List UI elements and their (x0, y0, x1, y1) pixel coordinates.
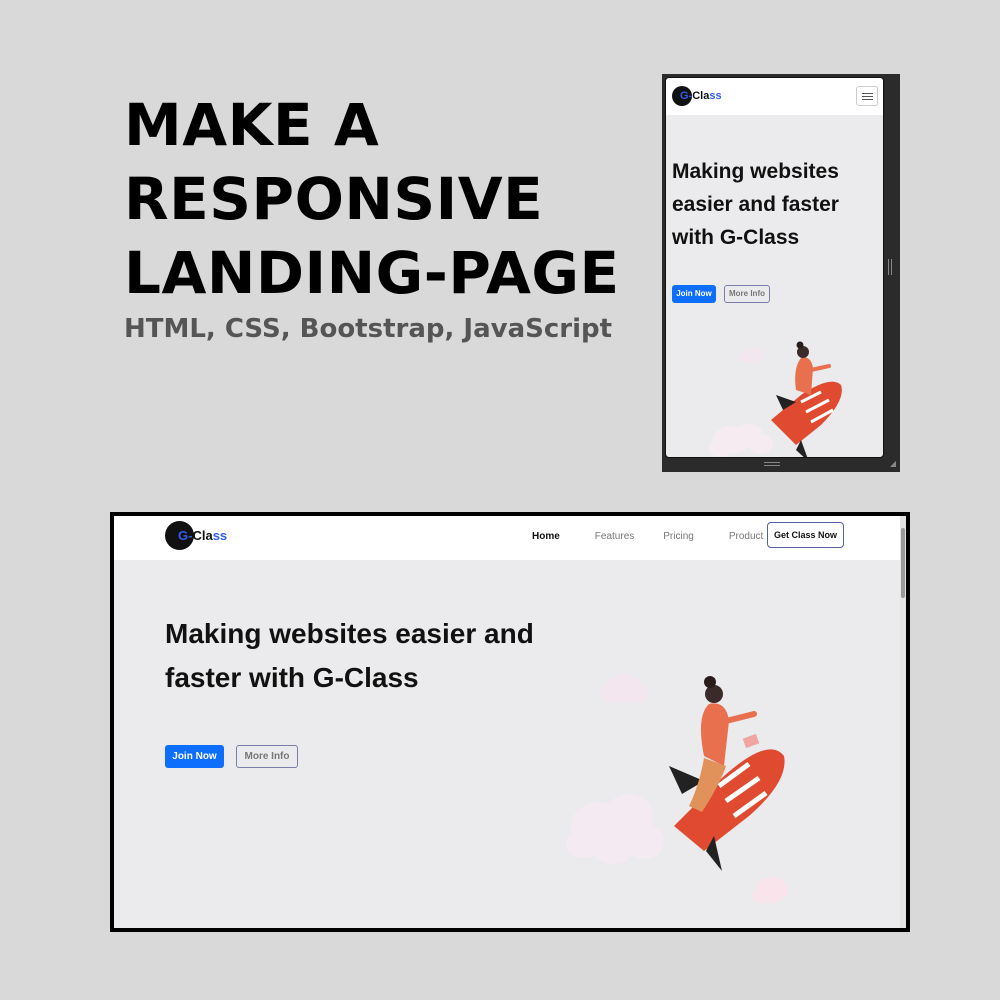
mobile-screen: G-Class Making websites easier and faste… (665, 77, 884, 458)
hamburger-menu-icon[interactable] (856, 86, 878, 106)
desktop-more-info-button[interactable]: More Info (236, 745, 298, 768)
desktop-scrollbar[interactable] (900, 516, 906, 928)
logo-prefix: G- (680, 90, 693, 102)
nav-item-product[interactable]: Product (729, 531, 763, 542)
scrollbar-thumb[interactable] (901, 528, 905, 598)
desktop-nav-menu: Home Features Pricing Product (532, 516, 763, 556)
cloud-icon (752, 877, 788, 903)
logo-text: G-Class (178, 528, 227, 543)
logo-plain: Cla (192, 528, 213, 543)
headline-line-1: MAKE A (124, 91, 380, 159)
mobile-logo[interactable]: G-Class (672, 86, 722, 106)
logo-plain: Cla (692, 90, 710, 102)
logo-text: G-Class (680, 90, 722, 102)
mobile-hero-buttons: Join Now More Info (672, 285, 770, 303)
resize-corner-icon[interactable]: ◢ (890, 459, 896, 468)
logo-blue: ss (212, 528, 228, 543)
mobile-preview: G-Class Making websites easier and faste… (662, 74, 900, 472)
nav-item-features[interactable]: Features (595, 531, 634, 542)
headline-subtitle: HTML, CSS, Bootstrap, JavaScript (124, 314, 613, 344)
get-class-now-button[interactable]: Get Class Now (767, 522, 844, 548)
nav-item-pricing[interactable]: Pricing (663, 531, 694, 542)
logo-prefix: G- (178, 528, 193, 543)
desktop-join-now-button[interactable]: Join Now (165, 745, 224, 768)
headline-line-3: LANDING-PAGE (124, 239, 620, 307)
cloud-icon (740, 348, 762, 363)
headline-line-2: RESPONSIVE (124, 165, 544, 233)
horizontal-resize-handle[interactable] (764, 462, 780, 466)
desktop-preview: G-Class Home Features Pricing Product Ge… (110, 512, 910, 932)
nav-item-home[interactable]: Home (532, 531, 560, 542)
headline: MAKE A RESPONSIVE LANDING-PAGE (124, 88, 644, 310)
cloud-icon (600, 674, 648, 703)
vertical-resize-handle[interactable] (888, 259, 892, 275)
rocket-girl-illustration (709, 341, 842, 457)
desktop-navbar: G-Class Home Features Pricing Product Ge… (114, 516, 906, 560)
desktop-hero-title: Making websites easier and faster with G… (165, 618, 534, 693)
rocket-girl-illustration (566, 674, 788, 903)
mobile-join-now-button[interactable]: Join Now (672, 285, 716, 303)
mobile-navbar: G-Class (666, 78, 883, 115)
desktop-logo[interactable]: G-Class (165, 521, 227, 550)
mobile-hero-title: Making websites easier and faster with G… (672, 160, 839, 249)
desktop-hero-buttons: Join Now More Info (165, 745, 298, 768)
logo-blue: ss (709, 90, 722, 102)
mobile-more-info-button[interactable]: More Info (724, 285, 770, 303)
